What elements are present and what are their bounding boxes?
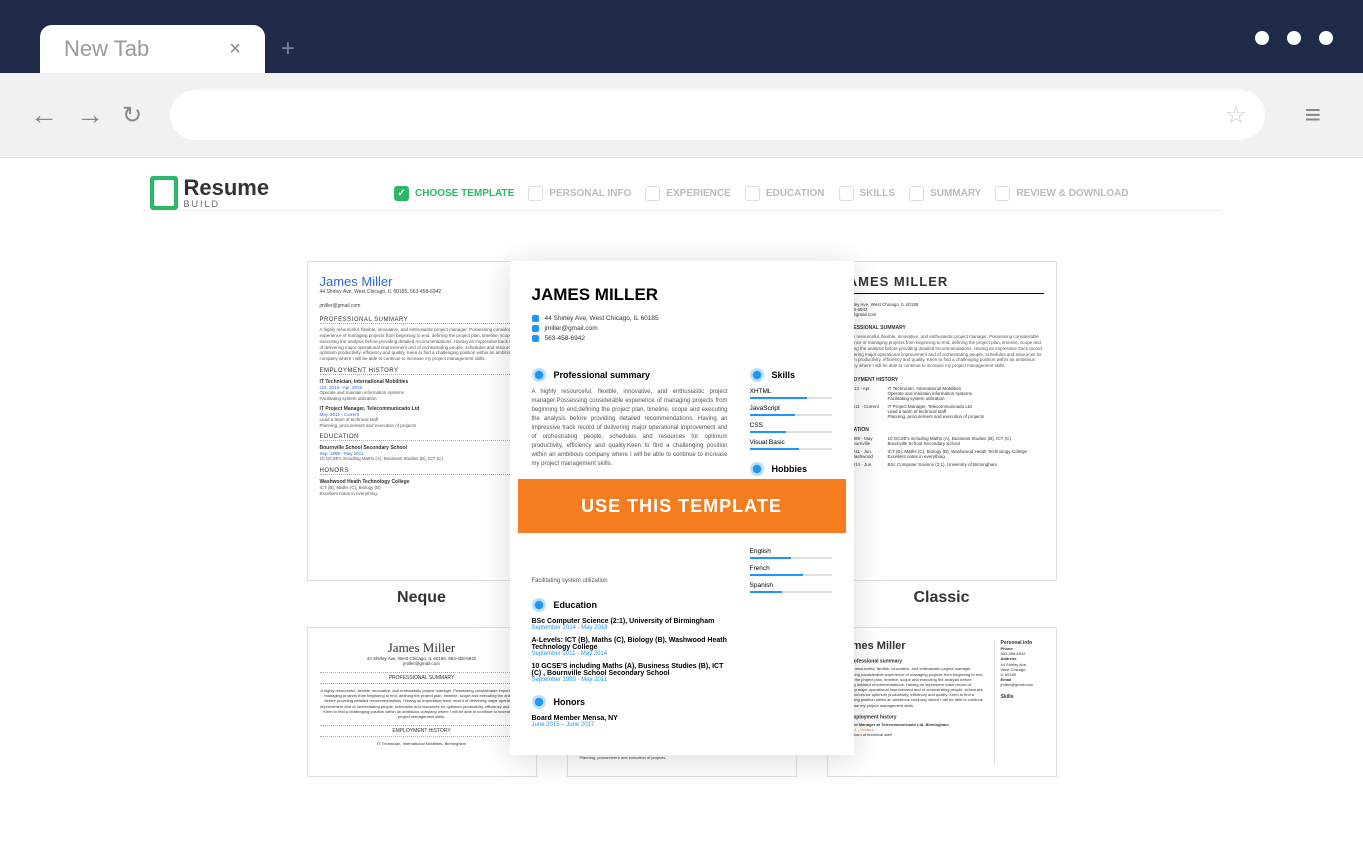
section-icon bbox=[750, 462, 764, 476]
resume-name: James Miller bbox=[320, 274, 524, 289]
bookmark-icon[interactable]: ☆ bbox=[1225, 101, 1247, 130]
template-title: Neque bbox=[307, 589, 537, 607]
check-icon bbox=[645, 186, 660, 201]
check-icon: ✓ bbox=[394, 186, 409, 201]
step-summary[interactable]: SUMMARY bbox=[909, 186, 981, 201]
check-icon bbox=[839, 186, 854, 201]
check-icon bbox=[528, 186, 543, 201]
browser-tab[interactable]: New Tab × bbox=[40, 25, 265, 73]
logo[interactable]: Resume BUILD bbox=[150, 176, 270, 210]
url-input[interactable]: ☆ bbox=[170, 90, 1265, 140]
template-thumb[interactable]: James Miller 44 Shirley Ave, West Chicag… bbox=[307, 627, 537, 777]
check-icon bbox=[909, 186, 924, 201]
tab-bar: New Tab × + bbox=[40, 25, 311, 73]
browser-titlebar: New Tab × + bbox=[0, 0, 1363, 73]
template-title: Classic bbox=[827, 589, 1057, 607]
step-review-download[interactable]: REVIEW & DOWNLOAD bbox=[995, 186, 1128, 201]
check-icon bbox=[745, 186, 760, 201]
logo-name: Resume bbox=[184, 177, 270, 199]
step-education[interactable]: EDUCATION bbox=[745, 186, 825, 201]
new-tab-button[interactable]: + bbox=[265, 35, 311, 63]
section-icon bbox=[532, 368, 546, 382]
wizard-steps: ✓CHOOSE TEMPLATE PERSONAL INFO EXPERIENC… bbox=[309, 186, 1213, 201]
template-thumb[interactable]: James Miller Professional summary A high… bbox=[827, 627, 1057, 777]
menu-icon[interactable]: ≡ bbox=[1293, 99, 1333, 131]
email-icon bbox=[532, 325, 539, 332]
template-preview-overlay: JAMES MILLER 44 Shirley Ave, West Chicag… bbox=[510, 261, 854, 755]
resume-name: JAMES MILLER bbox=[840, 274, 1044, 289]
tab-title: New Tab bbox=[64, 36, 149, 62]
forward-button[interactable]: → bbox=[76, 99, 104, 131]
section-icon bbox=[750, 368, 764, 382]
refresh-button[interactable]: ↻ bbox=[122, 101, 142, 130]
step-personal-info[interactable]: PERSONAL INFO bbox=[528, 186, 631, 201]
back-button[interactable]: ← bbox=[30, 99, 58, 131]
window-controls bbox=[1255, 31, 1333, 45]
location-icon bbox=[532, 315, 539, 322]
close-window-icon[interactable] bbox=[1319, 31, 1333, 45]
use-this-template-button[interactable]: USE THIS TEMPLATE bbox=[518, 479, 846, 533]
app-header: Resume BUILD ✓CHOOSE TEMPLATE PERSONAL I… bbox=[142, 176, 1222, 211]
browser-toolbar: ← → ↻ ☆ ≡ bbox=[0, 73, 1363, 158]
step-skills[interactable]: SKILLS bbox=[839, 186, 896, 201]
preview-name: JAMES MILLER bbox=[532, 285, 832, 305]
step-experience[interactable]: EXPERIENCE bbox=[645, 186, 730, 201]
page-content: Resume BUILD ✓CHOOSE TEMPLATE PERSONAL I… bbox=[0, 158, 1363, 795]
logo-sub: BUILD bbox=[184, 199, 270, 209]
template-card-classic[interactable]: JAMES MILLER 44 Shirley Ave, West Chicag… bbox=[827, 261, 1057, 607]
template-card-neque[interactable]: James Miller 44 Shirley Ave, West Chicag… bbox=[307, 261, 537, 607]
close-icon[interactable]: × bbox=[229, 38, 241, 61]
phone-icon bbox=[532, 335, 539, 342]
template-thumb: JAMES MILLER 44 Shirley Ave, West Chicag… bbox=[827, 261, 1057, 581]
maximize-icon[interactable] bbox=[1287, 31, 1301, 45]
step-choose-template[interactable]: ✓CHOOSE TEMPLATE bbox=[394, 186, 514, 201]
section-icon bbox=[532, 598, 546, 612]
check-icon bbox=[995, 186, 1010, 201]
section-icon bbox=[532, 695, 546, 709]
resume-addr: 44 Shirley Ave, West Chicago, IL 60185, … bbox=[320, 289, 524, 295]
minimize-icon[interactable] bbox=[1255, 31, 1269, 45]
templates-grid: James Miller 44 Shirley Ave, West Chicag… bbox=[142, 261, 1222, 777]
logo-icon bbox=[150, 176, 178, 210]
template-thumb: James Miller 44 Shirley Ave, West Chicag… bbox=[307, 261, 537, 581]
